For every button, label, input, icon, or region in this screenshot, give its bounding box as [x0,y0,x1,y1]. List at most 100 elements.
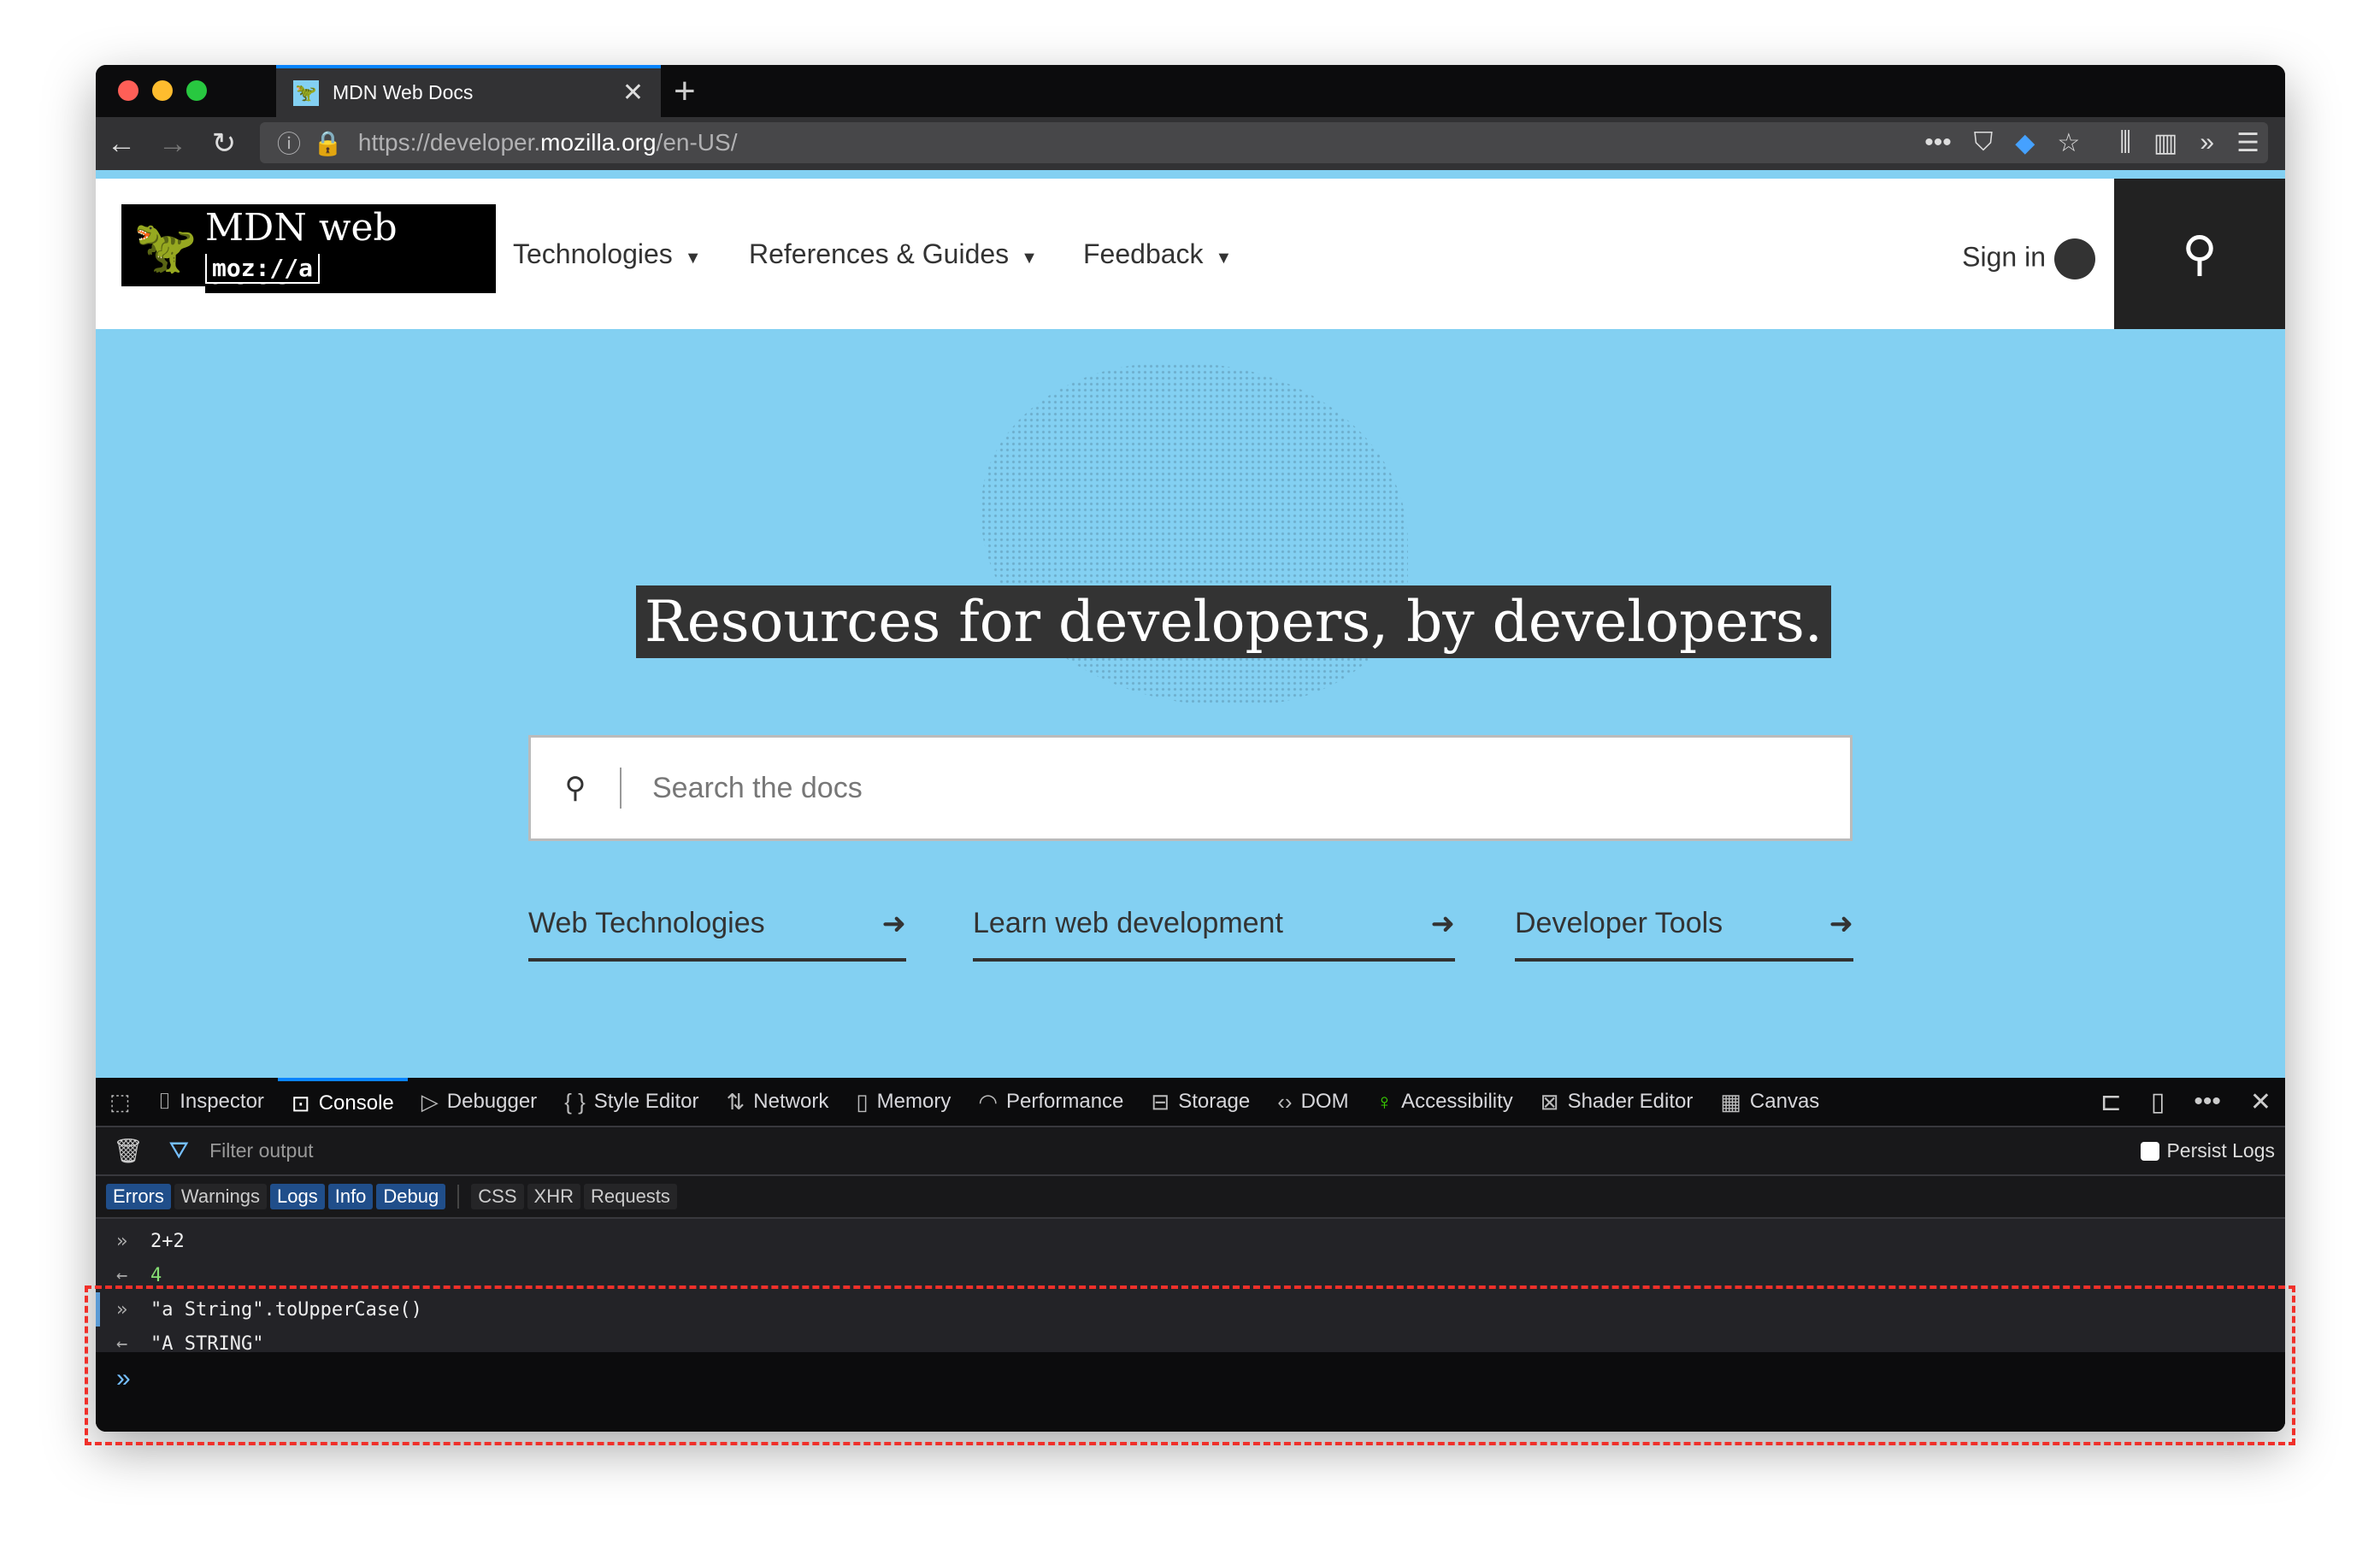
tab-label: Canvas [1749,1090,1820,1113]
mdn-logo[interactable]: 🦖 MDN web docs moz://a [121,204,496,293]
trash-icon[interactable]: 🗑 [113,1137,144,1165]
close-devtools-icon[interactable]: ✕ [2250,1087,2271,1117]
braces-icon: { } [564,1088,586,1115]
shader-icon: ⊠ [1540,1088,1559,1115]
filter-css[interactable]: CSS [471,1184,524,1209]
page-top-strip [96,170,2285,179]
tab-mdn[interactable]: 🦖 MDN Web Docs ✕ [276,65,661,117]
github-icon [2054,238,2095,279]
search-icon: ⚲ [531,768,622,809]
tab-label: Storage [1178,1090,1251,1113]
nav-technologies[interactable]: Technologies ▼ [513,238,702,270]
tab-label: Performance [1006,1090,1124,1113]
new-tab-button[interactable]: + [674,70,696,113]
element-picker-button[interactable]: ⬚ [96,1078,144,1126]
picker-icon: ⬚ [109,1088,131,1115]
filter-requests[interactable]: Requests [583,1184,677,1209]
filter-errors[interactable]: Errors [106,1184,171,1209]
dinosaur-icon: 🦖 [133,218,197,275]
back-button[interactable]: ← [96,127,147,161]
arrow-right-icon: ➜ [1829,908,1854,940]
filter-xhr[interactable]: XHR [527,1184,580,1209]
close-tab-icon[interactable]: ✕ [622,78,644,108]
docs-search-input[interactable] [652,771,1850,805]
pocket-icon[interactable]: ⛉ [1974,128,1994,158]
tab-label: DOM [1300,1090,1349,1113]
filter-info[interactable]: Info [327,1184,374,1209]
more-options-icon[interactable]: ••• [2194,1087,2221,1116]
tab-title: MDN Web Docs [333,81,474,103]
persist-logs-checkbox[interactable]: Persist Logs [2141,1139,2275,1162]
docs-search[interactable]: ⚲ [528,735,1853,841]
more-icon[interactable]: ••• [1924,128,1952,158]
ruler-icon[interactable]: ⊏ [2100,1087,2122,1117]
nav-bar: ← → ↻ ⓘ 🔒 https://developer. mozilla.org /… [96,117,2285,170]
nav-label: Technologies [513,238,673,269]
network-icon: ⇅ [726,1088,745,1115]
arrow-right-icon: ➜ [881,908,907,940]
tab-performance[interactable]: ◠ Performance [964,1078,1137,1126]
nav-label: Feedback [1083,238,1204,269]
persist-logs-label: Persist Logs [2166,1139,2275,1162]
tab-label: Style Editor [593,1090,699,1113]
tab-label: Memory [876,1090,951,1113]
tab-inspector[interactable]: ⌷ Inspector [144,1078,278,1126]
accessibility-icon: ♀ [1376,1088,1393,1115]
bookmark-star-icon[interactable]: ☆ [2057,128,2080,158]
sidebar-icon[interactable]: ▥ [2153,128,2177,158]
tab-accessibility[interactable]: ♀ Accessibility [1363,1078,1527,1126]
storage-icon: ⊟ [1151,1088,1170,1115]
arrow-right-icon: ➜ [1430,908,1456,940]
filter-icon[interactable]: ⛛ [169,1137,190,1165]
tab-label: Shader Editor [1567,1090,1694,1113]
category-learn-web-development[interactable]: Learn web development ➜ [973,900,1455,962]
close-window-button[interactable] [118,80,138,101]
filter-output-input[interactable]: Filter output [209,1139,313,1162]
tab-style-editor[interactable]: { } Style Editor [551,1078,712,1126]
maximize-window-button[interactable] [186,80,207,101]
console-icon: ⊡ [291,1090,310,1116]
hero-headline: Resources for developers, by developers. [636,585,1831,658]
tab-label: Accessibility [1401,1090,1513,1113]
category-developer-tools[interactable]: Developer Tools ➜ [1515,900,1853,962]
category-label: Learn web development [973,907,1283,939]
library-icon[interactable]: ⫼ [2119,128,2131,158]
nav-feedback[interactable]: Feedback ▼ [1083,238,1232,270]
tab-shader-editor[interactable]: ⊠ Shader Editor [1527,1078,1707,1126]
info-icon[interactable]: ⓘ [277,126,301,160]
sign-in-link[interactable]: Sign in [1962,238,2095,279]
caret-down-icon: ▼ [1215,249,1233,268]
hamburger-menu-icon[interactable]: ☰ [2236,128,2259,158]
category-web-technologies[interactable]: Web Technologies ➜ [528,900,906,962]
canvas-icon: ▦ [1720,1088,1741,1115]
tab-network[interactable]: ⇅ Network [713,1078,843,1126]
filter-warnings[interactable]: Warnings [174,1184,267,1209]
checkbox[interactable] [2141,1141,2160,1161]
mdn-favicon-icon: 🦖 [293,79,319,106]
tab-memory[interactable]: ▯ Memory [842,1078,964,1126]
nav-references-guides[interactable]: References & Guides ▼ [749,238,1038,270]
tab-canvas[interactable]: ▦ Canvas [1706,1078,1833,1126]
overflow-icon[interactable]: » [2200,128,2214,158]
tab-label: Inspector [180,1090,264,1113]
filter-debug[interactable]: Debug [376,1184,446,1209]
forward-button[interactable]: → [147,127,198,161]
tab-label: Network [753,1090,829,1113]
responsive-design-icon[interactable]: ▯ [2151,1087,2165,1117]
caret-down-icon: ▼ [1021,249,1038,268]
url-bar[interactable]: ⓘ 🔒 https://developer. mozilla.org/en-US/… [260,122,2268,163]
tab-dom[interactable]: ‹› DOM [1264,1078,1362,1126]
mozilla-logo-text: moz://a [205,254,321,284]
tab-console[interactable]: ⊡ Console [277,1078,408,1126]
extension-icon[interactable]: ◆ [2015,128,2035,158]
minimize-window-button[interactable] [152,80,173,101]
tab-storage[interactable]: ⊟ Storage [1137,1078,1264,1126]
divider [457,1185,460,1209]
tab-debugger[interactable]: ▷ Debugger [408,1078,551,1126]
sign-in-label: Sign in [1962,241,2046,273]
header-search-button[interactable]: ⚲ [2114,179,2285,329]
reload-button[interactable]: ↻ [198,126,250,161]
filter-logs[interactable]: Logs [270,1184,325,1209]
memory-icon: ▯ [856,1088,869,1115]
devtools-toolbar: ⬚ ⌷ Inspector ⊡ Console ▷ Debugger { } Style… [96,1078,2285,1127]
